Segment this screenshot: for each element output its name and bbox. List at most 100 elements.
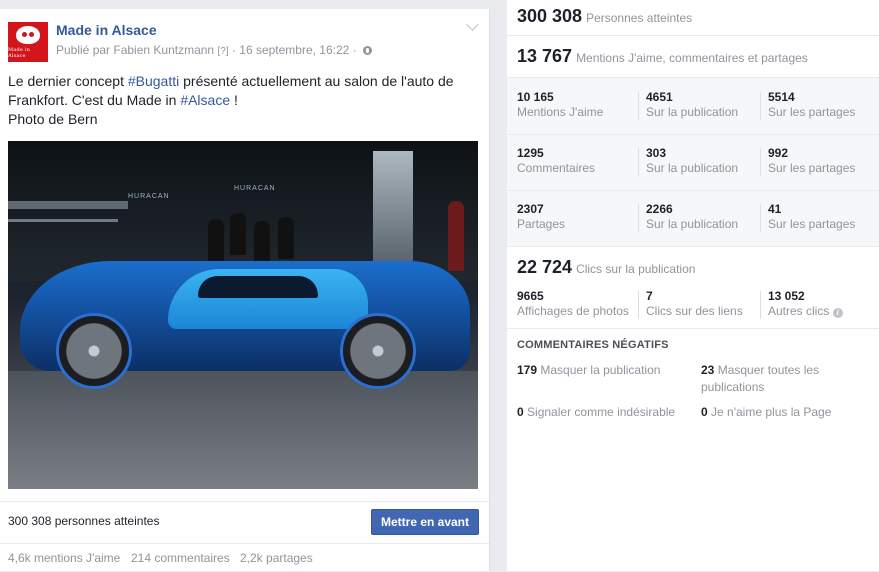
meta-separator: · bbox=[352, 43, 357, 57]
divider bbox=[760, 148, 761, 176]
divider bbox=[638, 92, 639, 120]
stat-label: Sur les partages bbox=[768, 105, 856, 119]
stat-label: Sur les partages bbox=[768, 217, 856, 231]
photo-car-window bbox=[198, 276, 318, 298]
globe-icon[interactable] bbox=[363, 46, 373, 55]
stat-value: 7 bbox=[646, 289, 653, 303]
divider bbox=[760, 204, 761, 232]
photo-person bbox=[208, 219, 224, 261]
stat-value: 5514 bbox=[768, 90, 795, 104]
likes-stats-row: 10 165 Mentions J'aime 4651 Sur la publica… bbox=[507, 78, 879, 135]
shares-count-link[interactable]: 2,2k partages bbox=[240, 551, 313, 565]
stat-value: 9665 bbox=[517, 289, 544, 303]
stat-label: Commentaires bbox=[517, 161, 596, 175]
negative-value: 179 bbox=[517, 363, 538, 377]
post-header: Made in Alsace Made in Alsace Publié par… bbox=[8, 18, 481, 66]
photo-panel bbox=[8, 219, 118, 222]
stat-label: Autres clics i bbox=[768, 304, 843, 318]
photo-person bbox=[278, 217, 294, 259]
post-meta: Publié par Fabien Kuntzmann [?] · 16 sep… bbox=[56, 43, 373, 57]
post-text-part: Le dernier concept bbox=[8, 73, 128, 89]
photo-person bbox=[448, 201, 464, 271]
stat-value: 992 bbox=[768, 146, 789, 160]
photo-person bbox=[230, 213, 246, 255]
stat-label: Mentions J'aime bbox=[517, 105, 604, 119]
comments-stats-row: 1295 Commentaires 303 Sur la publication 9… bbox=[507, 134, 879, 191]
clicks-label: Clics sur la publication bbox=[576, 262, 696, 276]
stat-value: 303 bbox=[646, 146, 667, 160]
photo-car-wheel bbox=[56, 313, 132, 389]
info-icon[interactable]: i bbox=[832, 308, 843, 318]
stat-label: Affichages de photos bbox=[517, 304, 629, 318]
post-card: Made in Alsace Made in Alsace Publié par… bbox=[0, 9, 490, 571]
photo-sign: HURACAN bbox=[234, 185, 276, 192]
photo-person bbox=[254, 221, 270, 263]
negative-spam: 0 Signaler comme indésirable bbox=[517, 404, 697, 421]
clicks-summary: 22 724 Clics sur la publication 9665 Affic… bbox=[507, 247, 879, 329]
stat-label: Partages bbox=[517, 217, 566, 231]
stat-label: Sur la publication bbox=[646, 105, 739, 119]
stat-label: Sur les partages bbox=[768, 161, 856, 175]
post-reach-row: 300 308 personnes atteintes Mettre en av… bbox=[0, 501, 489, 544]
post-footer: 4,6k mentions J'aime 214 commentaires 2,… bbox=[0, 543, 489, 572]
divider bbox=[760, 92, 761, 120]
negative-label: Masquer la publication bbox=[540, 363, 661, 377]
negative-label: Signaler comme indésirable bbox=[527, 405, 676, 419]
negative-hide-post: 179 Masquer la publication bbox=[517, 362, 697, 379]
page-name-link[interactable]: Made in Alsace bbox=[56, 22, 157, 38]
post-reach-text: 300 308 personnes atteintes bbox=[8, 514, 160, 528]
photo-panel bbox=[8, 201, 128, 209]
negative-feedback-title: COMMENTAIRES NÉGATIFS bbox=[517, 339, 669, 351]
stat-label: Sur la publication bbox=[646, 217, 739, 231]
negative-value: 0 bbox=[701, 405, 708, 419]
stat-value: 4651 bbox=[646, 90, 673, 104]
negative-unlike: 0 Je n'aime plus la Page bbox=[701, 404, 871, 421]
photo-sign: HURACAN bbox=[128, 193, 170, 200]
hashtag-bugatti-link[interactable]: #Bugatti bbox=[128, 73, 179, 89]
reach-summary: 300 308 Personnes atteintes bbox=[507, 0, 879, 36]
stat-label: Clics sur des liens bbox=[646, 304, 743, 318]
negative-label: Masquer toutes les publications bbox=[701, 363, 820, 394]
post-text-part: ! bbox=[230, 92, 238, 108]
post-photo[interactable]: HURACAN HURACAN bbox=[8, 141, 478, 489]
clicks-value: 22 724 bbox=[517, 257, 573, 277]
shares-stats-row: 2307 Partages 2266 Sur la publication 41 Su… bbox=[507, 190, 879, 247]
likes-count-link[interactable]: 4,6k mentions J'aime bbox=[8, 551, 120, 565]
boost-post-button[interactable]: Mettre en avant bbox=[371, 509, 479, 535]
comments-count-link[interactable]: 214 commentaires bbox=[131, 551, 230, 565]
stat-value: 2307 bbox=[517, 202, 544, 216]
divider bbox=[638, 291, 639, 319]
negative-value: 0 bbox=[517, 405, 524, 419]
stat-value: 1295 bbox=[517, 146, 544, 160]
insights-panel: 300 308 Personnes atteintes 13 767 Mention… bbox=[507, 0, 879, 571]
post-text: Le dernier concept #Bugatti présenté act… bbox=[8, 72, 480, 129]
stat-value: 13 052 bbox=[768, 289, 805, 303]
stat-value: 41 bbox=[768, 202, 782, 216]
negative-label: Je n'aime plus la Page bbox=[711, 405, 832, 419]
logo-face-icon bbox=[16, 25, 40, 44]
stat-label: Sur la publication bbox=[646, 161, 739, 175]
reach-value: 300 308 bbox=[517, 6, 583, 26]
engagement-value: 13 767 bbox=[517, 46, 573, 66]
stat-value: 2266 bbox=[646, 202, 673, 216]
avatar-logo-text: Made in Alsace bbox=[8, 46, 31, 59]
photo-light bbox=[373, 151, 413, 261]
divider bbox=[638, 148, 639, 176]
published-by: Publié par Fabien Kuntzmann bbox=[56, 43, 215, 57]
photo-car-wheel bbox=[340, 313, 416, 389]
help-link[interactable]: [?] bbox=[217, 46, 228, 57]
negative-hide-all: 23 Masquer toutes les publications bbox=[701, 362, 851, 396]
engagement-breakdown: 10 165 Mentions J'aime 4651 Sur la publica… bbox=[507, 78, 879, 247]
divider bbox=[638, 204, 639, 232]
negative-value: 23 bbox=[701, 363, 715, 377]
engagement-label: Mentions J'aime, commentaires et partage… bbox=[576, 51, 808, 65]
photo-floor bbox=[8, 371, 478, 489]
chevron-down-icon[interactable] bbox=[466, 18, 479, 31]
meta-separator: · bbox=[231, 43, 236, 57]
reach-label: Personnes atteintes bbox=[586, 11, 693, 25]
hashtag-alsace-link[interactable]: #Alsace bbox=[180, 92, 230, 108]
post-date-link[interactable]: 16 septembre, 16:22 bbox=[239, 43, 349, 57]
photo-credit: Photo de Bern bbox=[8, 111, 98, 127]
divider bbox=[760, 291, 761, 319]
page-avatar[interactable]: Made in Alsace bbox=[8, 22, 48, 62]
